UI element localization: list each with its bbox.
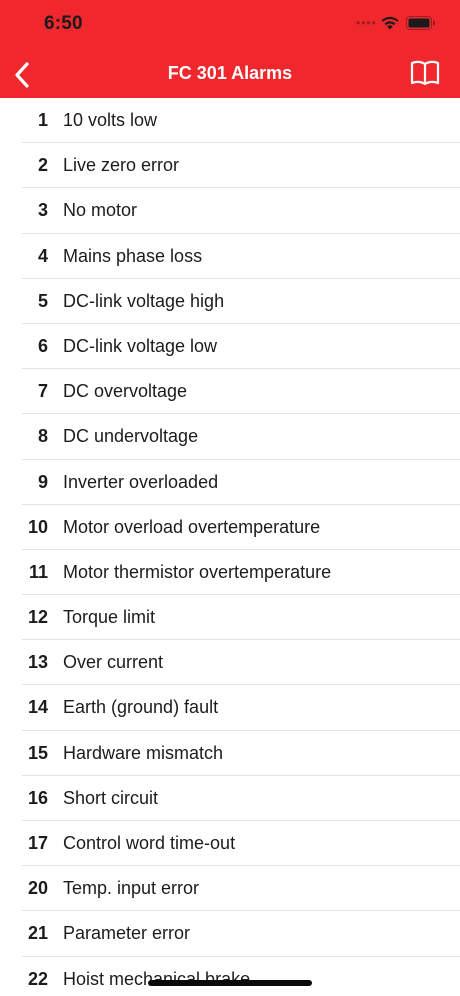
alarm-number: 13 [27,652,48,673]
alarm-row[interactable]: 4 Mains phase loss [0,234,460,279]
alarm-row[interactable]: 6 DC-link voltage low [0,324,460,370]
alarm-number: 2 [37,155,48,176]
alarm-row[interactable]: 21 Parameter error [0,911,460,957]
alarm-row[interactable]: 2 Live zero error [0,143,460,189]
alarm-row[interactable]: 13 Over current [0,640,460,686]
alarm-row[interactable]: 20 Temp. input error [0,866,460,912]
alarm-label: DC undervoltage [63,426,199,447]
alarm-number: 9 [37,471,48,492]
alarm-number: 14 [27,697,48,718]
alarm-row[interactable]: 11 Motor thermistor overtemperature [0,550,460,596]
alarm-row[interactable]: 22 Hoist mechanical brake [0,957,460,996]
alarm-number: 7 [37,381,48,402]
alarm-row[interactable]: 3 No motor [0,188,460,234]
alarm-row[interactable]: 1 10 volts low [0,98,460,144]
signal-dots: •••• [356,16,377,30]
alarm-list: 1 10 volts low 2 Live zero error 3 No motor 4 M… [0,98,460,996]
alarm-label: 10 volts low [63,110,158,130]
alarm-row[interactable]: 15 Hardware mismatch [0,731,460,777]
battery-icon [406,16,435,30]
alarm-label: Motor overload overtemperature [63,516,321,537]
alarm-label: Live zero error [63,155,180,176]
alarm-label: Torque limit [63,607,156,628]
alarm-number: 6 [37,335,48,356]
alarm-label: Mains phase loss [63,245,203,266]
alarm-row[interactable]: 17 Control word time-out [0,821,460,867]
alarm-label: No motor [63,200,138,221]
alarm-number: 1 [37,110,48,130]
alarm-number: 21 [27,923,48,944]
alarm-label: DC overvoltage [63,381,188,402]
alarm-row[interactable]: 16 Short circuit [0,776,460,822]
alarm-row[interactable]: 9 Inverter overloaded [0,460,460,505]
status-time: 6:50 [44,13,83,34]
alarm-number: 12 [27,607,48,628]
alarm-number: 11 [28,561,48,582]
alarm-number: 3 [37,200,48,221]
alarm-label: Control word time-out [63,833,236,853]
book-icon[interactable] [410,59,440,87]
alarm-row[interactable]: 10 Motor overload overtemperature [0,505,460,551]
alarm-label: Parameter error [63,923,191,944]
alarm-label: DC-link voltage low [63,335,218,356]
alarm-row[interactable]: 14 Earth (ground) fault [0,685,460,731]
alarm-number: 17 [27,833,48,853]
alarm-label: Earth (ground) fault [63,697,219,718]
alarm-label: DC-link voltage high [63,290,225,311]
alarm-number: 4 [37,245,48,266]
alarm-row[interactable]: 8 DC undervoltage [0,414,460,460]
alarm-number: 10 [27,516,48,537]
alarm-number: 20 [27,878,48,899]
screen: 6:50 •••• FC 301 Alarms 1 10 volts low 2 Li… [0,0,460,996]
wifi-icon [381,16,399,30]
alarm-row[interactable]: 7 DC overvoltage [0,369,460,415]
alarm-label: Hardware mismatch [63,742,224,763]
alarm-number: 5 [37,290,48,311]
alarm-label: Over current [63,652,164,673]
alarm-label: Temp. input error [63,878,200,899]
alarm-row[interactable]: 5 DC-link voltage high [0,279,460,325]
alarm-number: 8 [37,426,48,447]
alarm-row[interactable]: 12 Torque limit [0,595,460,641]
page-title: FC 301 Alarms [167,63,293,83]
alarm-number: 15 [27,742,48,763]
alarm-label: Inverter overloaded [63,471,219,492]
alarm-label: Hoist mechanical brake [63,968,251,989]
header: 6:50 •••• FC 301 Alarms [0,0,460,98]
alarm-label: Motor thermistor overtemperature [63,561,332,582]
home-indicator[interactable] [148,980,312,986]
alarm-label: Short circuit [63,787,159,808]
alarm-number: 16 [27,787,48,808]
alarm-number: 22 [27,968,48,989]
